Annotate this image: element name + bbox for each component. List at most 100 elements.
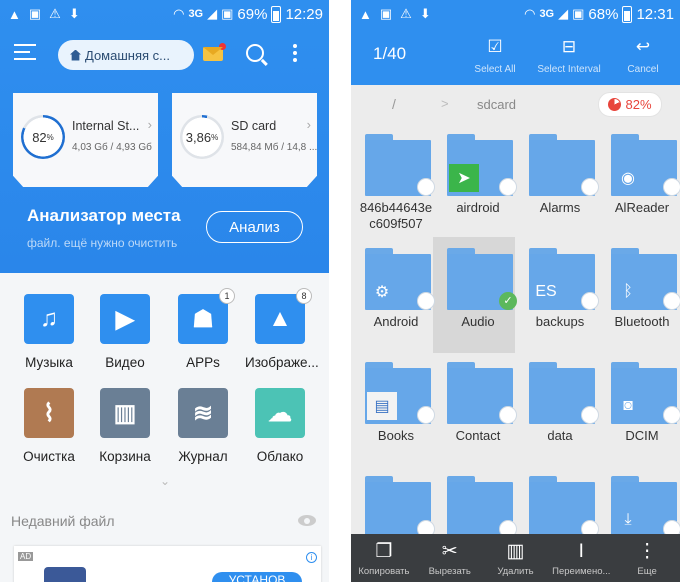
more-button[interactable]: ⋮ Еще bbox=[614, 534, 680, 582]
category-journal[interactable]: ≋ Журнал bbox=[168, 388, 238, 464]
folder-name: DCIM bbox=[625, 428, 659, 443]
battery-percent: 68% bbox=[588, 5, 619, 23]
category-music[interactable]: ♫ Музыка bbox=[14, 294, 84, 370]
folder-item[interactable]: Contact bbox=[441, 362, 517, 462]
info-icon[interactable]: i bbox=[306, 552, 317, 563]
rename-button[interactable]: I Переимено... bbox=[548, 534, 614, 582]
folder-name: Alarms bbox=[539, 200, 581, 215]
category-apps[interactable]: ☗ 1 APPs bbox=[168, 288, 238, 370]
es-icon: ES bbox=[535, 283, 557, 300]
camera-icon: ◙ bbox=[623, 397, 633, 414]
storage-percent-unit: % bbox=[211, 132, 219, 142]
chevron-down-icon[interactable]: ⌄ bbox=[160, 474, 170, 488]
bottom-label: Еще bbox=[637, 566, 657, 577]
select-all-button[interactable]: ☑ Select All bbox=[457, 36, 533, 75]
signal-icon: ◢ bbox=[207, 6, 218, 21]
folder-name: Android bbox=[373, 314, 419, 329]
selection-checkbox[interactable] bbox=[499, 406, 517, 424]
folder-icon bbox=[529, 362, 599, 424]
category-label: APPs bbox=[186, 355, 220, 370]
folder-item[interactable]: ES backups bbox=[523, 248, 599, 348]
wifi-icon: ◠ bbox=[524, 6, 536, 21]
menu-icon[interactable] bbox=[14, 44, 36, 62]
layers-icon: ≋ bbox=[178, 388, 228, 438]
storage-percent: 82 bbox=[32, 129, 47, 145]
clock: 12:29 bbox=[285, 5, 323, 23]
folder-item[interactable]: ➤ airdroid bbox=[441, 134, 517, 234]
selection-checkbox[interactable] bbox=[581, 406, 599, 424]
install-button[interactable]: УСТАНОВ bbox=[212, 572, 302, 582]
storage-card-internal[interactable]: 82% Internal St... 4,03 Gб / 4,93 Gб › bbox=[13, 93, 158, 187]
folder-name: Bluetooth bbox=[614, 314, 670, 329]
folder-icon: ◙ bbox=[611, 362, 680, 424]
cloud-icon: ☁ bbox=[255, 388, 305, 438]
more-icon: ⋮ bbox=[637, 541, 657, 562]
selection-checkbox[interactable] bbox=[417, 292, 435, 310]
analyze-button[interactable]: Анализ bbox=[206, 211, 303, 243]
video-icon: ▶ bbox=[100, 294, 150, 344]
more-icon[interactable] bbox=[293, 44, 297, 65]
breadcrumb-root[interactable]: / bbox=[392, 96, 396, 112]
storage-card-sd[interactable]: 3,86% SD card 584,84 Мб / 14,8 ... › bbox=[172, 93, 317, 187]
folder-item[interactable]: ◙ DCIM bbox=[605, 362, 680, 462]
ad-logo bbox=[44, 567, 86, 582]
bottom-label: Копировать bbox=[358, 566, 410, 577]
category-trash[interactable]: ▥ Корзина bbox=[90, 388, 160, 464]
storage-usage-ring: 3,86% bbox=[180, 115, 224, 159]
folder-icon: ES bbox=[529, 248, 599, 310]
folder-item[interactable]: data bbox=[523, 362, 599, 462]
location-button[interactable]: Домашняя с... bbox=[58, 40, 194, 70]
cut-button[interactable]: ✂ Вырезать bbox=[417, 534, 483, 582]
battery-icon bbox=[622, 5, 633, 23]
folder-item[interactable]: ▤ Books bbox=[359, 362, 435, 462]
folder-item[interactable]: ⚙ Android bbox=[359, 248, 435, 348]
checkbox-icon: ☑ bbox=[487, 37, 503, 56]
category-video[interactable]: ▶ Видео bbox=[90, 294, 160, 370]
download-icon: ⤓ bbox=[624, 511, 632, 528]
download-notification-icon: ⬇ bbox=[419, 6, 431, 21]
category-label: Видео bbox=[105, 355, 145, 370]
selection-checkbox[interactable] bbox=[581, 178, 599, 196]
category-cloud[interactable]: ☁ Облако bbox=[245, 388, 315, 464]
bluetooth-icon: ᛒ bbox=[623, 283, 633, 300]
search-icon[interactable] bbox=[246, 44, 264, 62]
folder-item[interactable]: Alarms bbox=[523, 134, 599, 234]
folder-item[interactable]: ◉ AlReader bbox=[605, 134, 680, 234]
category-label: Изображе... bbox=[245, 355, 319, 370]
folder-name: Books bbox=[377, 428, 415, 443]
folder-item[interactable]: 846b44643ec609f507 bbox=[359, 134, 435, 234]
ad-tag: AD bbox=[18, 552, 34, 561]
selection-checkbox[interactable] bbox=[663, 178, 680, 196]
category-cleaner[interactable]: ⌇ Очистка bbox=[14, 388, 84, 464]
selection-checkbox[interactable] bbox=[499, 178, 517, 196]
category-images[interactable]: ▲ 8 Изображе... bbox=[245, 288, 319, 370]
selection-checkbox[interactable] bbox=[663, 406, 680, 424]
folder-icon: ▤ bbox=[365, 362, 435, 424]
selection-checkbox[interactable] bbox=[663, 292, 680, 310]
breadcrumb-current[interactable]: sdcard bbox=[477, 97, 516, 112]
folder-item[interactable]: ✓ Audio bbox=[441, 248, 517, 348]
selection-checkbox[interactable] bbox=[417, 406, 435, 424]
category-label: Музыка bbox=[25, 355, 73, 370]
selection-checkbox[interactable] bbox=[581, 292, 599, 310]
folder-icon: ✓ bbox=[447, 248, 517, 310]
airdroid-icon: ➤ bbox=[449, 164, 479, 192]
checked-checkbox[interactable]: ✓ bbox=[499, 292, 517, 310]
select-interval-button[interactable]: ⊟ Select Interval bbox=[531, 36, 607, 75]
delete-button[interactable]: ▥ Удалить bbox=[483, 534, 549, 582]
storage-usage-value: 82% bbox=[625, 97, 652, 112]
folder-icon: ➤ bbox=[447, 134, 517, 196]
storage-usage-pill[interactable]: 82% bbox=[598, 92, 662, 117]
top-app-bar: Домашняя с... bbox=[0, 36, 329, 76]
mail-icon[interactable] bbox=[203, 43, 226, 61]
status-bar: ▲ ▣ ⚠ ⬇ ◠ 3G ◢ ▣ 69% 12:29 bbox=[0, 0, 329, 28]
pie-icon bbox=[608, 98, 622, 111]
copy-button[interactable]: ❐ Копировать bbox=[351, 534, 417, 582]
cancel-button[interactable]: ↩ Cancel bbox=[605, 36, 680, 75]
folder-item[interactable]: ᛒ Bluetooth bbox=[605, 248, 680, 348]
books-icon: ▤ bbox=[367, 392, 397, 420]
sim-icon: ▣ bbox=[572, 6, 585, 21]
count-badge: 1 bbox=[219, 288, 235, 304]
eye-icon[interactable] bbox=[298, 515, 316, 526]
selection-checkbox[interactable] bbox=[417, 178, 435, 196]
